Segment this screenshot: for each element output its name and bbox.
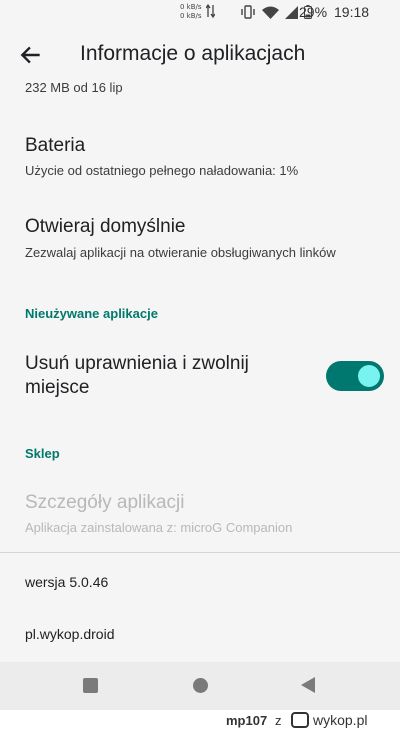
open-by-default-subtitle: Zezwalaj aplikacji na otwieranie obsługi… <box>25 245 336 260</box>
vibrate-icon <box>241 5 255 19</box>
toggle-knob <box>358 365 380 387</box>
battery-title: Bateria <box>25 135 86 156</box>
watermark-footer: mp107 z wykop.pl <box>0 710 400 731</box>
storage-summary[interactable]: 232 MB od 16 lip <box>25 80 123 95</box>
data-arrows-icon <box>206 3 215 19</box>
wifi-icon <box>262 6 279 19</box>
app-details-title: Szczegóły aplikacji <box>25 492 185 513</box>
battery-subtitle: Użycie od ostatniego pełnego naładowania… <box>25 163 299 178</box>
watermark-site: wykop.pl <box>313 712 368 728</box>
triangle-back-icon[interactable] <box>301 677 315 693</box>
watermark-joiner: z <box>275 713 282 728</box>
circle-home-icon[interactable] <box>193 678 208 693</box>
remove-permissions-label[interactable]: Usuń uprawnienia i zwolnij miejsce <box>25 352 305 400</box>
net-up-speed: 0 kB/s <box>180 3 202 11</box>
battery-percent: 29% <box>299 4 328 20</box>
navigation-bar <box>0 662 400 710</box>
version-text: wersja 5.0.46 <box>25 574 109 590</box>
signal-icon <box>285 5 298 19</box>
clock: 19:18 <box>334 4 370 20</box>
square-recents-icon[interactable] <box>83 678 98 693</box>
status-bar: 0 kB/s 0 kB/s 29% 19:18 <box>0 0 400 28</box>
net-down-speed: 0 kB/s <box>180 12 202 20</box>
page-title: Informacje o aplikacjach <box>80 42 306 65</box>
divider <box>0 552 400 553</box>
app-details-subtitle: Aplikacja zainstalowana z: microG Compan… <box>25 520 293 535</box>
package-name: pl.wykop.droid <box>25 626 115 642</box>
app-bar: Informacje o aplikacjach <box>0 28 400 82</box>
store-header: Sklep <box>25 446 60 461</box>
open-by-default-title: Otwieraj domyślnie <box>25 216 186 237</box>
arrow-back-icon[interactable] <box>18 42 44 68</box>
remove-permissions-toggle[interactable] <box>326 361 384 391</box>
watermark-user: mp107 <box>226 713 268 728</box>
network-speed: 0 kB/s 0 kB/s <box>180 3 202 21</box>
wykop-logo-icon <box>291 712 309 728</box>
unused-apps-header: Nieużywane aplikacje <box>25 306 158 321</box>
